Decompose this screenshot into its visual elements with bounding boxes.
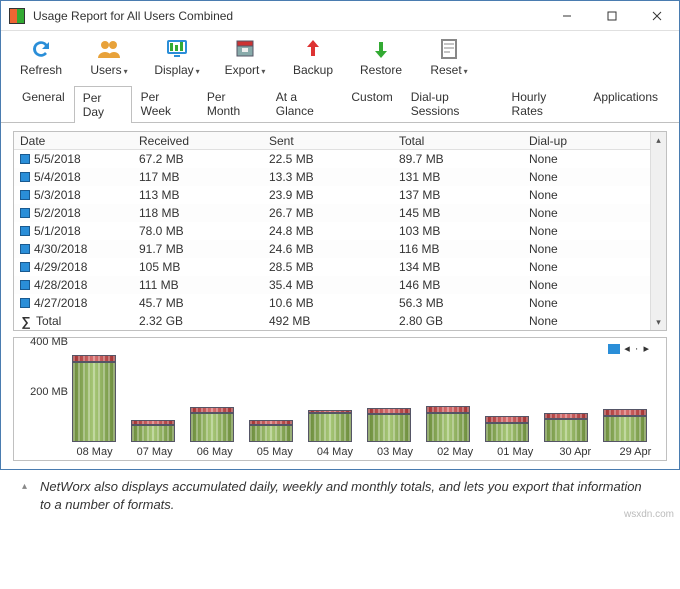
x-axis-label: 04 May [312, 446, 357, 458]
backup-button[interactable]: Backup [283, 37, 343, 77]
tab-general[interactable]: General [13, 85, 74, 122]
maximize-button[interactable] [589, 1, 634, 31]
x-axis-label: 01 May [493, 446, 538, 458]
x-axis-label: 29 Apr [613, 446, 658, 458]
tab-hourly-rates[interactable]: Hourly Rates [503, 85, 585, 122]
backup-icon [299, 37, 327, 61]
export-icon [231, 37, 259, 61]
x-axis-label: 30 Apr [553, 446, 598, 458]
tab-per-week[interactable]: Per Week [132, 85, 198, 122]
x-axis-label: 05 May [252, 446, 297, 458]
dropdown-icon: ▾ [196, 67, 200, 76]
refresh-button[interactable]: Refresh [11, 37, 71, 77]
row-icon [20, 226, 30, 236]
row-icon [20, 172, 30, 182]
table-row[interactable]: 5/5/2018 67.2 MB 22.5 MB 89.7 MB None [14, 150, 666, 168]
row-icon [20, 208, 30, 218]
table-row[interactable]: 5/4/2018 117 MB 13.3 MB 131 MB None [14, 168, 666, 186]
table-row[interactable]: 5/2/2018 118 MB 26.7 MB 145 MB None [14, 204, 666, 222]
caption-marker-icon: ▴ [22, 480, 27, 494]
table-row[interactable]: 5/1/2018 78.0 MB 24.8 MB 103 MB None [14, 222, 666, 240]
col-total[interactable]: Total [399, 134, 529, 148]
minimize-button[interactable] [544, 1, 589, 31]
x-axis-label: 06 May [192, 446, 237, 458]
x-axis-label: 07 May [132, 446, 177, 458]
window-title: Usage Report for All Users Combined [33, 9, 544, 23]
chart-bar[interactable] [544, 413, 588, 442]
tab-custom[interactable]: Custom [342, 85, 401, 122]
close-button[interactable] [634, 1, 679, 31]
reset-icon [435, 37, 463, 61]
chart-bar[interactable] [603, 409, 647, 443]
reset-button[interactable]: Reset▾ [419, 37, 479, 77]
refresh-icon [27, 37, 55, 61]
tab-per-month[interactable]: Per Month [198, 85, 267, 122]
app-window: Usage Report for All Users Combined Refr… [0, 0, 680, 470]
scroll-up-icon[interactable]: ▴ [651, 132, 666, 148]
col-sent[interactable]: Sent [269, 134, 399, 148]
watermark: wsxdn.com [624, 508, 674, 522]
col-date[interactable]: Date [14, 134, 139, 148]
sigma-icon: ∑ [20, 314, 32, 329]
table-total-row[interactable]: ∑Total 2.32 GB 492 MB 2.80 GB None [14, 312, 666, 330]
display-button[interactable]: Display▾ [147, 37, 207, 77]
toolbar: Refresh Users▾ Display▾ Export▾ Backup R… [1, 31, 679, 85]
dropdown-icon: ▾ [464, 67, 468, 76]
tabs: General Per Day Per Week Per Month At a … [1, 85, 679, 123]
chart-bar[interactable] [308, 410, 352, 443]
table-row[interactable]: 4/30/2018 91.7 MB 24.6 MB 116 MB None [14, 240, 666, 258]
chart-bar[interactable] [426, 406, 470, 442]
titlebar[interactable]: Usage Report for All Users Combined [1, 1, 679, 31]
table-header: Date Received Sent Total Dial-up [14, 132, 666, 150]
export-button[interactable]: Export▾ [215, 37, 275, 77]
x-axis-label: 02 May [433, 446, 478, 458]
y-axis-label: 200 MB [30, 386, 68, 398]
usage-chart: ◂ · ▸ 400 MB200 MB 08 May07 May06 May05 … [13, 337, 667, 461]
row-icon [20, 280, 30, 290]
dropdown-icon: ▾ [261, 67, 265, 76]
row-icon [20, 262, 30, 272]
x-axis-label: 08 May [72, 446, 117, 458]
col-dialup[interactable]: Dial-up [529, 134, 666, 148]
table-row[interactable]: 5/3/2018 113 MB 23.9 MB 137 MB None [14, 186, 666, 204]
x-axis-label: 03 May [372, 446, 417, 458]
restore-button[interactable]: Restore [351, 37, 411, 77]
tab-per-day[interactable]: Per Day [74, 86, 132, 123]
chart-bar[interactable] [131, 420, 175, 442]
users-icon [95, 37, 123, 61]
caption: ▴ NetWorx also displays accumulated dail… [0, 470, 680, 523]
row-icon [20, 190, 30, 200]
y-axis-label: 400 MB [30, 336, 68, 348]
table-row[interactable]: 4/29/2018 105 MB 28.5 MB 134 MB None [14, 258, 666, 276]
tab-at-a-glance[interactable]: At a Glance [267, 85, 343, 122]
usage-table[interactable]: Date Received Sent Total Dial-up 5/5/201… [13, 131, 667, 331]
table-row[interactable]: 4/28/2018 111 MB 35.4 MB 146 MB None [14, 276, 666, 294]
chart-bar[interactable] [367, 408, 411, 442]
users-button[interactable]: Users▾ [79, 37, 139, 77]
app-icon [9, 8, 25, 24]
table-row[interactable]: 4/27/2018 45.7 MB 10.6 MB 56.3 MB None [14, 294, 666, 312]
scroll-down-icon[interactable]: ▾ [651, 314, 666, 330]
chart-bar[interactable] [485, 416, 529, 442]
row-icon [20, 244, 30, 254]
chart-bar[interactable] [190, 407, 234, 442]
dropdown-icon: ▾ [124, 67, 128, 76]
chart-bar[interactable] [72, 355, 116, 443]
display-icon [163, 37, 191, 61]
scrollbar[interactable]: ▴ ▾ [650, 132, 666, 330]
restore-icon [367, 37, 395, 61]
row-icon [20, 298, 30, 308]
tab-dialup-sessions[interactable]: Dial-up Sessions [402, 85, 503, 122]
chart-bar[interactable] [249, 420, 293, 442]
row-icon [20, 154, 30, 164]
col-received[interactable]: Received [139, 134, 269, 148]
tab-applications[interactable]: Applications [584, 85, 667, 122]
